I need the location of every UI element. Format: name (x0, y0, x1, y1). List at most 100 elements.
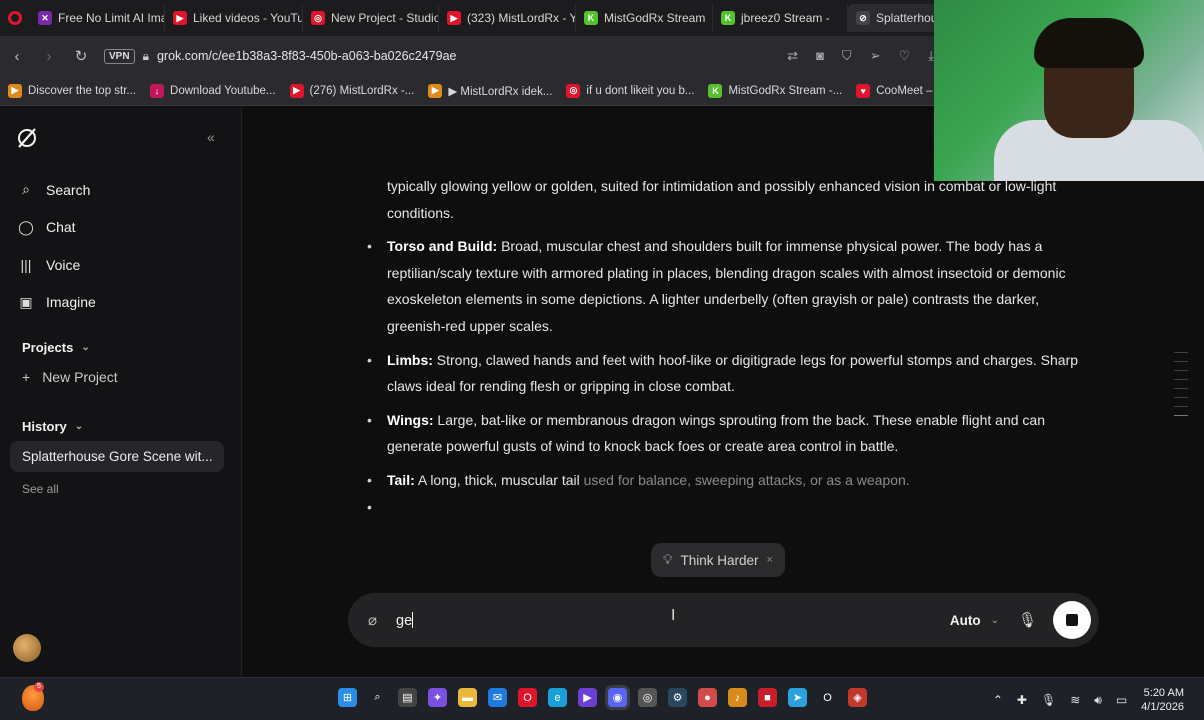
opera-gx-icon[interactable]: O (818, 688, 837, 707)
message-bullet-list: Torso and Build: Broad, muscular chest a… (367, 233, 1087, 493)
search-icon: ⌕ (22, 181, 30, 198)
paperclip-icon[interactable]: ⌀ (368, 611, 386, 629)
windows-start-icon[interactable]: ⊞ (338, 688, 357, 707)
edge-icon[interactable]: e (548, 688, 567, 707)
browser-tab[interactable]: ◎ New Project - Studio (303, 4, 439, 32)
bullet-text: Strong, clawed hands and feet with hoof-… (387, 351, 1079, 395)
sidebar-nav: ⌕ Search ◯ Chat ||| Voice ▣ Imagine (18, 171, 96, 321)
bookmark-item[interactable]: ▶ Discover the top str... (8, 83, 136, 98)
bookmark-favicon-icon: ♥ (856, 83, 871, 98)
file-explorer-icon[interactable]: ▬ (458, 688, 477, 707)
chat-main: typically glowing yellow or golden, suit… (243, 107, 1204, 677)
history-header[interactable]: History ⌄ (22, 419, 83, 434)
sidebar-item-label: Chat (46, 219, 76, 236)
browser-tab[interactable]: K MistGodRx Stream (576, 4, 713, 32)
camera-icon[interactable]: ◙ (816, 48, 824, 64)
prompt-input[interactable]: ge (396, 611, 414, 629)
bookmark-item[interactable]: ▶ ▶ MistLordRx idek... (428, 83, 552, 98)
opera-icon[interactable]: O (518, 688, 537, 707)
see-all-link[interactable]: See all (22, 482, 59, 496)
browser-tab[interactable]: Kjbreez0 Stream - (713, 4, 848, 32)
sidebar-item-chat[interactable]: ◯ Chat (18, 209, 96, 247)
tab-favicon-icon: K (584, 11, 598, 25)
tab-label: Liked videos - YouTub (193, 11, 303, 25)
lock-icon[interactable]: 🔒︎ (143, 49, 149, 64)
scroll-indicator[interactable] (1174, 352, 1188, 424)
translate-icon[interactable]: ⇄ (787, 48, 798, 64)
heart-icon[interactable]: ♡ (899, 48, 911, 64)
mouse-cursor-icon: I (671, 607, 676, 624)
bookmark-item[interactable]: ▶ (276) MistLordRx -... (289, 83, 414, 98)
history-item[interactable]: Splatterhouse Gore Scene wit... (10, 441, 224, 472)
history-label: History (22, 419, 67, 434)
grok-logo-icon[interactable] (16, 127, 38, 149)
bookmark-item[interactable]: ◎ if u dont likeit you b... (566, 83, 694, 98)
send-icon[interactable]: ➢ (870, 48, 881, 64)
steam-icon[interactable]: ⚙ (668, 688, 687, 707)
clock-time: 5:20 AM (1143, 687, 1184, 699)
chevron-up-icon[interactable]: ⌃ (993, 693, 1003, 707)
think-harder-chip[interactable]: 💡︎ Think Harder × (651, 543, 785, 577)
system-tray: ⌃ ✚ 🎙︎ ≋ 🔊︎ ▭ 5:20 AM 4/1/2026 (993, 686, 1184, 714)
browser-tab[interactable]: ✕ Free No Limit AI Imag (30, 4, 165, 32)
new-project-button[interactable]: + New Project (22, 369, 118, 385)
url-field[interactable]: grok.com/c/ee1b38a3-8f83-450b-a063-ba026… (157, 49, 457, 63)
volume-icon[interactable]: 🔊︎ (1094, 693, 1102, 708)
microphone-icon[interactable]: 🎙︎ (1041, 693, 1056, 707)
bookmark-favicon-icon: ▶ (8, 83, 22, 98)
bookmark-label: Download Youtube... (170, 84, 276, 97)
forward-button[interactable]: › (40, 48, 58, 65)
camera-icon[interactable]: ◎ (638, 688, 657, 707)
voice-icon: ||| (20, 256, 32, 273)
reload-button[interactable]: ↻ (72, 47, 90, 65)
bullet-term: Torso and Build: (387, 238, 498, 255)
list-item: Wings: Large, bat-like or membranous dra… (367, 407, 1087, 460)
notification-badge: 5 (34, 682, 44, 692)
vpn-badge[interactable]: VPN (104, 48, 135, 64)
chevron-down-icon: ⌄ (74, 421, 84, 432)
clock-date: 4/1/2026 (1141, 701, 1184, 713)
bookmark-item[interactable]: K MistGodRx Stream -... (708, 83, 842, 98)
collapse-sidebar-icon[interactable]: « (207, 129, 215, 145)
wifi-icon[interactable]: ≋ (1070, 693, 1080, 707)
plus-icon: + (22, 369, 31, 385)
tray-app-icon[interactable]: ✚ (1017, 693, 1027, 707)
media-icon[interactable]: ■ (758, 688, 777, 707)
discord-icon[interactable]: ◉ (608, 688, 627, 707)
shield-icon[interactable]: ⛉ (842, 48, 852, 64)
stop-button[interactable] (1053, 601, 1091, 639)
opera-logo-icon[interactable] (0, 0, 30, 36)
browser-tab[interactable]: ▶ (323) MistLordRx - Yo (439, 4, 576, 32)
search-icon[interactable]: ⌕ (368, 688, 387, 707)
copilot-icon[interactable]: ✦ (428, 688, 447, 707)
bullet-streaming-text: used for balance, sweeping attacks, or a… (583, 471, 910, 488)
bookmark-item[interactable]: ↓ Download Youtube... (150, 83, 276, 98)
mail-icon[interactable]: ✉ (488, 688, 507, 707)
video-editor-icon[interactable]: ▶ (578, 688, 597, 707)
projects-header[interactable]: Projects ⌄ (22, 340, 90, 355)
list-item: Limbs: Strong, clawed hands and feet wit… (367, 347, 1087, 400)
sidebar-item-search[interactable]: ⌕ Search (18, 171, 96, 209)
game-icon[interactable]: ● (698, 688, 717, 707)
bookmark-favicon-icon: ◎ (566, 83, 581, 98)
bullet-term: Wings: (387, 411, 434, 428)
sidebar-item-voice[interactable]: ||| Voice (18, 246, 96, 284)
microphone-icon[interactable]: 🎙︎ (1018, 611, 1037, 629)
battery-icon[interactable]: ▭ (1116, 693, 1127, 707)
app-icon[interactable]: ◈ (848, 688, 867, 707)
model-selector[interactable]: Auto ⌄ (950, 613, 999, 628)
close-icon[interactable]: × (766, 554, 772, 566)
browser-tab[interactable]: ▶ Liked videos - YouTub (165, 4, 303, 32)
chat-icon: ◯ (18, 218, 34, 235)
chevron-down-icon: ⌄ (81, 342, 90, 353)
bullet-term: Limbs: (387, 351, 433, 368)
task-view-icon[interactable]: ▤ (398, 688, 417, 707)
telegram-icon[interactable]: ➤ (788, 688, 807, 707)
model-label: Auto (949, 612, 981, 628)
back-button[interactable]: ‹ (8, 48, 26, 65)
clock[interactable]: 5:20 AM 4/1/2026 (1141, 686, 1184, 714)
message-composer[interactable]: ⌀ ge I Auto ⌄ 🎙︎ (348, 593, 1099, 647)
winamp-icon[interactable]: ♪ (728, 688, 747, 707)
avatar[interactable] (13, 634, 41, 662)
sidebar-item-imagine[interactable]: ▣ Imagine (18, 284, 95, 322)
